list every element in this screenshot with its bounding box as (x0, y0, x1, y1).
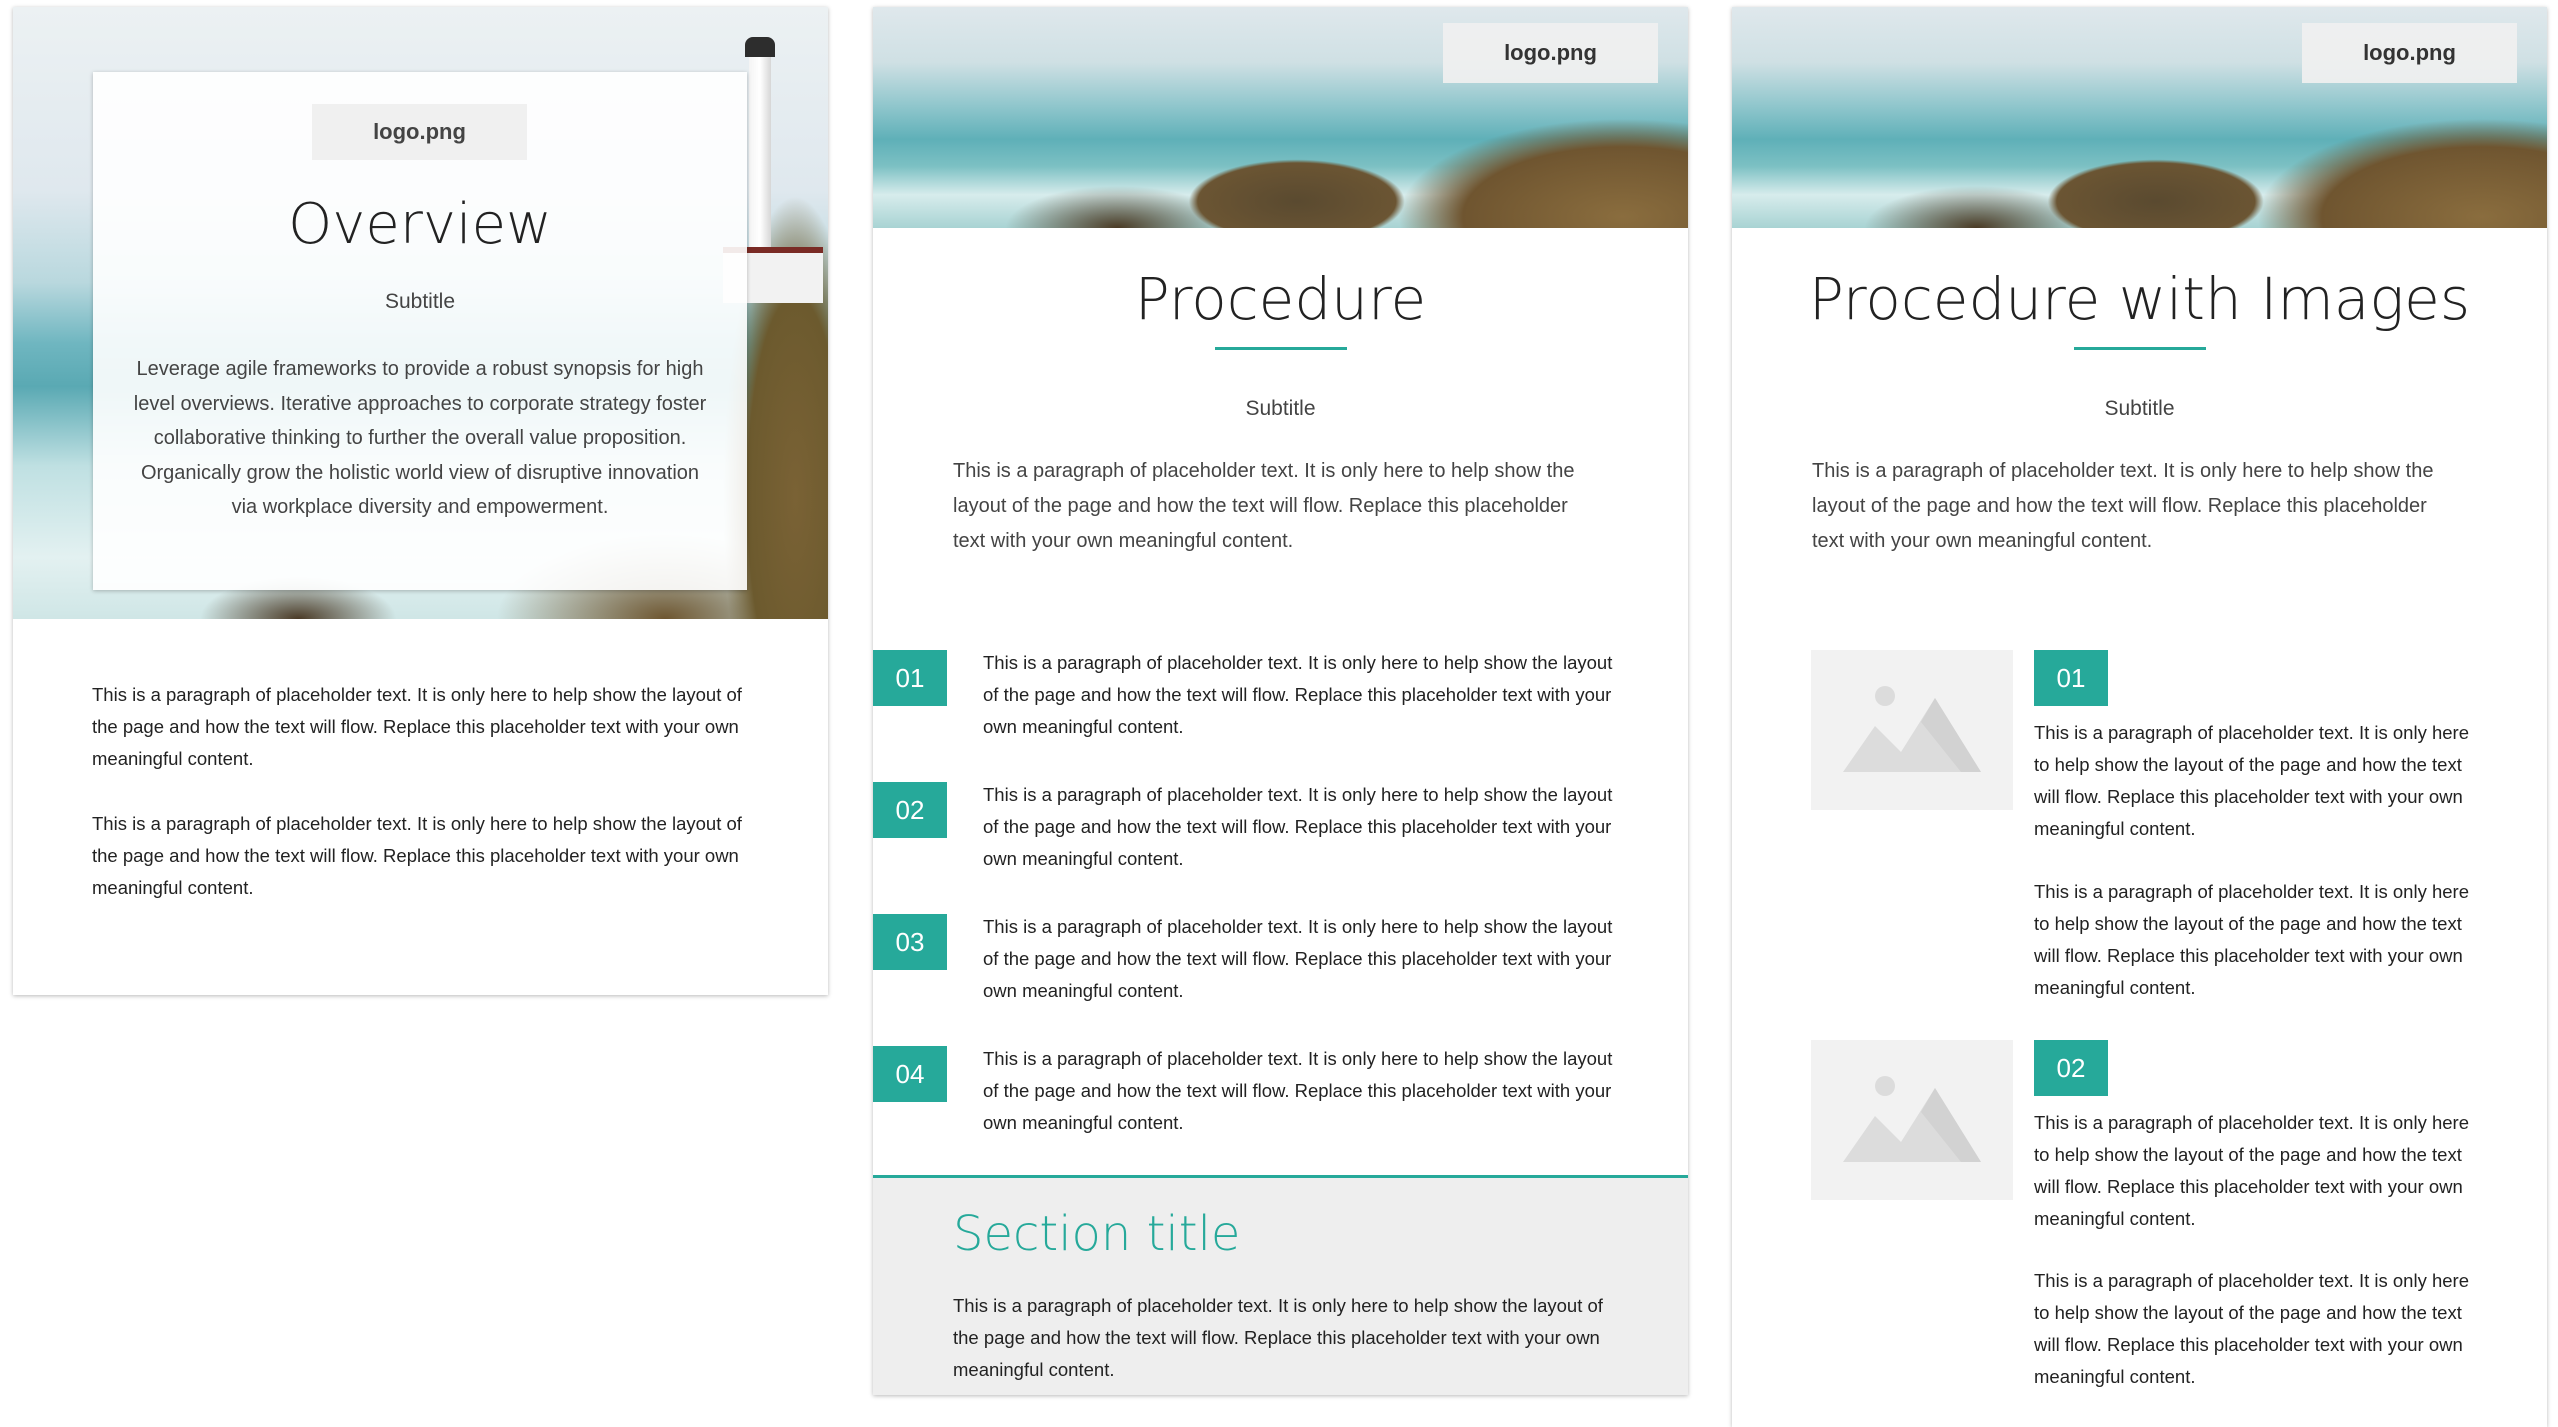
body-paragraph: This is a paragraph of placeholder text.… (92, 813, 742, 898)
step-number: 01 (2034, 650, 2108, 706)
image-placeholder (1811, 650, 2013, 810)
step-text: This is a paragraph of placeholder text.… (2034, 1112, 2469, 1229)
step-text: This is a paragraph of placeholder text.… (983, 784, 1613, 869)
intro-paragraph: This is a paragraph of placeholder text.… (1812, 460, 2434, 552)
page-subtitle: Subtitle (1245, 397, 1316, 420)
step-number: 03 (873, 914, 947, 970)
logo: logo.png (312, 104, 527, 160)
image-placeholder (1811, 1040, 2013, 1200)
title-divider (2073, 347, 2206, 350)
page-subtitle: Subtitle (384, 290, 456, 313)
image-placeholder-icon (1843, 686, 1981, 772)
section-title: Section title (953, 1206, 1241, 1262)
step-number: 02 (873, 782, 947, 838)
page-title: Procedure (1134, 265, 1427, 333)
title-divider (1214, 347, 1347, 350)
section-block: Section title This is a paragraph of pla… (873, 1175, 1688, 1395)
procedure-with-images-page: logo.png Procedure with Images Subtitle … (1732, 7, 2547, 1427)
lighthouse-graphic (745, 37, 775, 261)
page-title: Overview (288, 192, 552, 257)
logo: logo.png (1443, 23, 1658, 83)
body-paragraph: This is a paragraph of placeholder text.… (92, 684, 742, 769)
page-subtitle: Subtitle (2104, 397, 2175, 420)
step-number: 01 (873, 650, 947, 706)
logo: logo.png (2302, 23, 2517, 83)
overview-intro: Leverage agile frameworks to provide a r… (133, 358, 707, 518)
intro-paragraph: This is a paragraph of placeholder text.… (953, 460, 1575, 552)
step-text: This is a paragraph of placeholder text.… (983, 652, 1613, 737)
section-paragraph: This is a paragraph of placeholder text.… (953, 1295, 1603, 1380)
step-text: This is a paragraph of placeholder text.… (2034, 722, 2469, 839)
overview-page: logo.png Overview Subtitle Leverage agil… (13, 7, 828, 995)
step-number: 04 (873, 1046, 947, 1102)
procedure-page: logo.png Procedure Subtitle This is a pa… (873, 7, 1688, 1395)
image-placeholder-icon (1843, 1076, 1981, 1162)
step-text: This is a paragraph of placeholder text.… (983, 1048, 1613, 1133)
step-text: This is a paragraph of placeholder text.… (2034, 881, 2469, 998)
step-text: This is a paragraph of placeholder text.… (2034, 1270, 2469, 1387)
step-text: This is a paragraph of placeholder text.… (983, 916, 1613, 1001)
page-title: Procedure with Images (1808, 265, 2471, 333)
step-number: 02 (2034, 1040, 2108, 1096)
overview-card: logo.png Overview Subtitle Leverage agil… (93, 72, 747, 590)
